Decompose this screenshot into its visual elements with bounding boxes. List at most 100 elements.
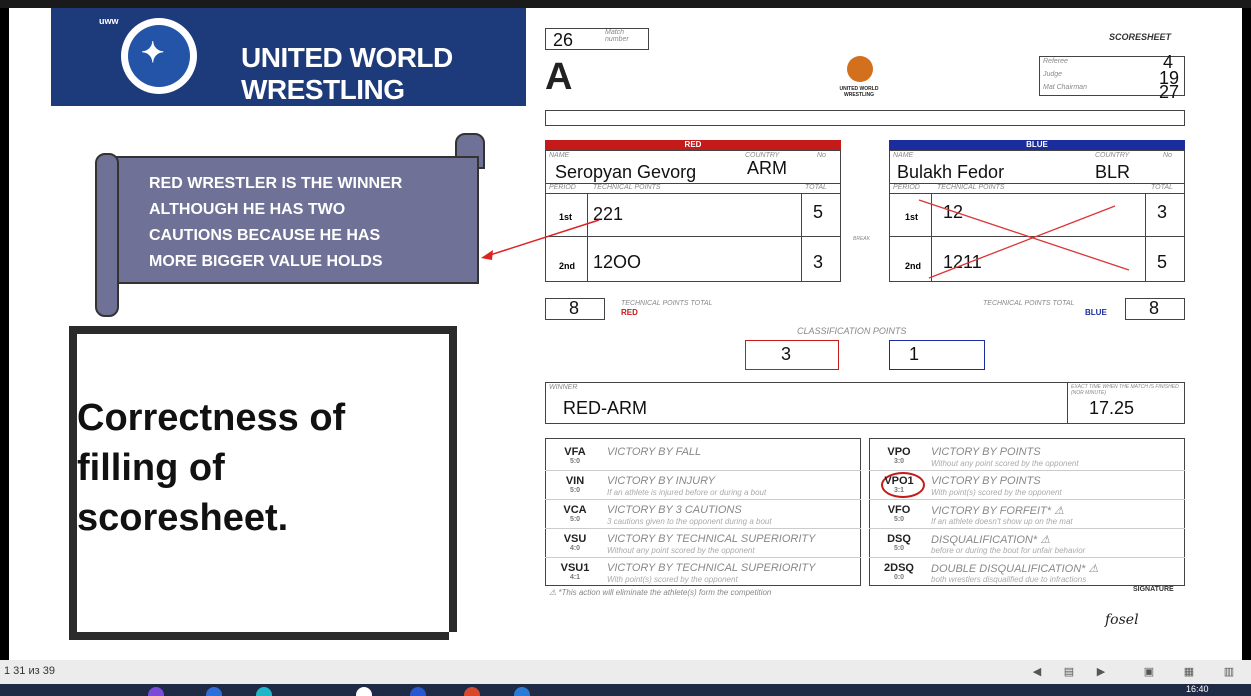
divider — [545, 528, 861, 529]
victory-type-description: 3 cautions given to the opponent during … — [607, 517, 772, 526]
victory-type-code: VCA — [563, 504, 587, 516]
victory-type-name: VICTORY BY FORFEIT* ⚠ — [931, 505, 1064, 517]
victory-type-code: VFO — [887, 504, 911, 516]
official-label: Referee — [1043, 58, 1068, 65]
red-tp-total-color: RED — [621, 308, 638, 317]
victory-type-code: VSU1 — [560, 562, 590, 574]
red-p2-label: 2nd — [559, 261, 576, 271]
victory-type-points: 5:0 — [569, 458, 581, 465]
red-tp-total-label: TECHNICAL POINTS TOTAL — [621, 300, 713, 307]
victory-type-description: With point(s) scored by the opponent — [607, 575, 738, 584]
red-p2-total: 3 — [813, 252, 824, 272]
taskbar-app-icon[interactable] — [148, 687, 164, 696]
taskbar-app-icon[interactable] — [206, 687, 222, 696]
callout-text: RED WRESTLER IS THE WINNER ALTHOUGH HE H… — [149, 171, 459, 275]
taskbar: 16:40 — [0, 684, 1251, 696]
victory-type-points: 4:1 — [569, 574, 581, 581]
prev-slide-icon[interactable]: ◀ — [1030, 665, 1044, 679]
slide: uww ✦ UNITED WORLD WRESTLING RED WRESTLE… — [9, 8, 1242, 660]
scoresheet: 26 Match number A SCORESHEET UNITED WORL… — [529, 8, 1209, 660]
victory-type-name: VICTORY BY 3 CAUTIONS — [607, 504, 742, 516]
uww-small-logo-text: UNITED WORLD WRESTLING — [839, 86, 879, 98]
victory-type-points: 5:0 — [569, 516, 581, 523]
scoresheet-heading: SCORESHEET — [1109, 32, 1172, 42]
red-p2-points: 12OO — [593, 252, 642, 272]
slide-title: Correctness of filling of scoresheet. — [77, 393, 427, 543]
slide-title-line: scoresheet. — [77, 497, 289, 539]
callout-line: ALTHOUGH HE HAS TWO — [149, 201, 346, 218]
red-tp-total: 8 — [569, 298, 580, 318]
victory-type-name: VICTORY BY INJURY — [607, 475, 715, 487]
victory-type-code: VSU — [563, 533, 587, 545]
taskbar-app-icon[interactable] — [464, 687, 480, 696]
red-classification: 3 — [781, 344, 792, 364]
finish-time: 17.25 — [1089, 398, 1135, 418]
top-strip — [0, 0, 1251, 8]
red-total-label: TOTAL — [805, 184, 827, 191]
red-header: RED — [545, 140, 841, 150]
signature: fosel — [1105, 612, 1139, 628]
taskbar-app-icon[interactable] — [256, 687, 272, 696]
red-tp-label: TECHNICAL POINTS — [593, 184, 661, 191]
victory-type-points: 0:0 — [893, 574, 905, 581]
uww-banner: uww ✦ UNITED WORLD WRESTLING — [51, 8, 526, 106]
victory-type-points: 5:0 — [893, 516, 905, 523]
blue-classification: 1 — [909, 344, 920, 364]
red-name-label: NAME — [549, 152, 570, 159]
blue-header: BLUE — [889, 140, 1185, 150]
divider — [545, 236, 841, 237]
divider — [1067, 382, 1068, 424]
victory-type-name: VICTORY BY POINTS — [931, 475, 1041, 487]
viewer-status-bar: 1 31 из 39 ◀ ▤ ▶ ▣ ▦ ▥ — [0, 660, 1251, 684]
divider — [545, 193, 841, 194]
callout-line: MORE BIGGER VALUE HOLDS — [149, 253, 383, 270]
blue-tp-total-color: BLUE — [1085, 308, 1107, 317]
footnote: ⚠ *This action will eliminate the athlet… — [549, 588, 772, 597]
divider — [869, 557, 1185, 558]
next-slide-icon[interactable]: ▶ — [1094, 665, 1108, 679]
match-number: 26 — [553, 30, 574, 50]
callout-line: CAUTIONS BECAUSE HE HAS — [149, 227, 381, 244]
victory-type-description: Without any point scored by the opponent — [931, 459, 1079, 468]
victory-type-name: VICTORY BY FALL — [607, 446, 702, 458]
victory-type-points: 4:0 — [569, 545, 581, 552]
official-label: Judge — [1043, 71, 1063, 78]
signature-label: SIGNATURE — [1133, 586, 1174, 593]
divider — [545, 470, 861, 471]
blue-classification-box — [889, 340, 985, 370]
time-label: EXACT TIME WHEN THE MATCH IS FINISHED (N… — [1071, 384, 1179, 396]
grid-view-icon[interactable]: ▦ — [1182, 665, 1196, 679]
red-p1-total: 5 — [813, 202, 824, 222]
page-indicator: 1 31 из 39 — [4, 665, 55, 677]
divider — [869, 528, 1185, 529]
reading-view-icon[interactable]: ▥ — [1222, 665, 1236, 679]
divider — [869, 470, 1185, 471]
victory-type-code: 2DSQ — [884, 562, 914, 574]
taskbar-app-icon[interactable] — [514, 687, 530, 696]
banner-title: UNITED WORLD WRESTLING — [241, 42, 453, 105]
taskbar-app-icon[interactable] — [410, 687, 426, 696]
event-box — [545, 110, 1185, 126]
victory-type-description: If an athlete doesn't show up on the mat — [931, 517, 1073, 526]
red-wrestler-name: Seropyan Gevorg — [555, 162, 697, 182]
blue-tp-total-label: TECHNICAL POINTS TOTAL — [983, 300, 1075, 307]
divider — [801, 193, 802, 282]
victory-type-description: Without any point scored by the opponent — [607, 546, 755, 555]
callout-line: RED WRESTLER IS THE WINNER — [149, 175, 403, 192]
taskbar-app-icon[interactable] — [356, 687, 372, 696]
victory-type-code: VPO1 — [884, 475, 914, 487]
divider — [545, 499, 861, 500]
victory-type-code: VFA — [564, 446, 586, 458]
normal-view-icon[interactable]: ▣ — [1142, 665, 1156, 679]
classification-label: CLASSIFICATION POINTS — [797, 326, 907, 336]
victory-type-description: both wrestlers disqualified due to infra… — [931, 575, 1087, 584]
divider — [869, 499, 1185, 500]
scroll-curl-left — [95, 153, 119, 317]
slide-list-icon[interactable]: ▤ — [1062, 665, 1076, 679]
victory-type-name: VICTORY BY TECHNICAL SUPERIORITY — [607, 533, 816, 545]
mat-letter: A — [545, 56, 573, 98]
official-value: 27 — [1159, 82, 1180, 102]
red-no-label: No — [817, 152, 826, 159]
victory-type-points: 3:0 — [893, 458, 905, 465]
victory-type-points: 5:0 — [569, 487, 581, 494]
